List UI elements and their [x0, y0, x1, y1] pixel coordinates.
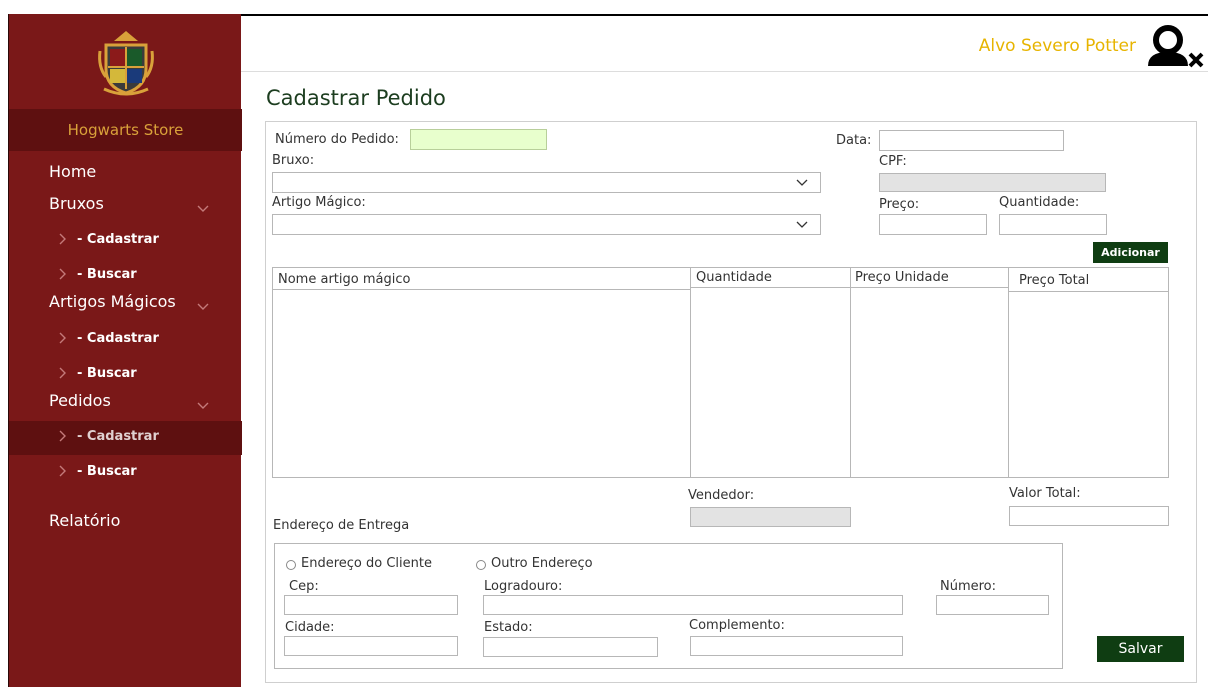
cpf-label: CPF: — [879, 154, 907, 169]
data-input[interactable] — [879, 130, 1064, 151]
table-column-divider — [690, 268, 691, 477]
estado-input[interactable] — [483, 637, 658, 657]
cep-label: Cep: — [289, 579, 319, 594]
table-header[interactable]: Preço Unidade — [855, 270, 949, 285]
table-header[interactable]: Nome artigo mágico — [278, 272, 410, 287]
chevron-down-icon — [784, 215, 820, 234]
table-header[interactable]: Quantidade — [696, 270, 772, 285]
estado-label: Estado: — [484, 620, 533, 635]
nav-subitem-pedidos-cadastrar[interactable]: - Cadastrar — [9, 421, 242, 455]
artigo-select[interactable] — [272, 214, 821, 235]
radio-outro-endereco-label[interactable]: Outro Endereço — [491, 556, 593, 571]
nav-subitem-label: - Buscar — [77, 267, 137, 282]
sidebar: Hogwarts Store Home Bruxos - Cadastrar -… — [8, 14, 242, 687]
radio-endereco-cliente[interactable] — [286, 560, 296, 570]
nav-item-label: Artigos Mágicos — [49, 292, 176, 311]
table-header-divider — [1009, 291, 1169, 292]
numero-label: Número: — [940, 579, 997, 594]
artigo-label: Artigo Mágico: — [272, 195, 366, 210]
chevron-down-icon — [784, 173, 820, 192]
hogwarts-crest-logo[interactable] — [9, 14, 242, 109]
chevron-right-icon — [59, 332, 67, 348]
vendedor-label: Vendedor: — [688, 488, 755, 503]
items-table — [272, 267, 1169, 478]
nav-subitem-label: - Cadastrar — [77, 232, 159, 247]
table-header-divider — [273, 289, 690, 290]
nav-item-label: Pedidos — [49, 391, 111, 410]
logradouro-label: Logradouro: — [484, 579, 563, 594]
user-remove-icon[interactable] — [1144, 24, 1206, 76]
logradouro-input[interactable] — [483, 595, 903, 615]
chevron-down-icon — [197, 296, 209, 315]
nav-subitem-label: - Cadastrar — [77, 429, 159, 444]
bruxo-select[interactable] — [272, 172, 821, 193]
numero-pedido-label: Número do Pedido: — [275, 132, 399, 147]
quantidade-label: Quantidade: — [999, 195, 1080, 210]
cidade-input[interactable] — [284, 636, 458, 656]
cep-input[interactable] — [284, 595, 458, 615]
data-label: Data: — [836, 133, 872, 148]
radio-outro-endereco[interactable] — [476, 560, 486, 570]
complemento-label: Complemento: — [689, 618, 785, 633]
chevron-right-icon — [59, 268, 67, 284]
endereco-entrega-label: Endereço de Entrega — [273, 518, 410, 533]
cidade-label: Cidade: — [285, 620, 335, 635]
table-column-divider — [850, 268, 851, 477]
complemento-input[interactable] — [690, 636, 903, 656]
quantidade-input[interactable] — [999, 214, 1107, 235]
nav-subitem-artigos-cadastrar[interactable]: - Cadastrar — [9, 323, 242, 357]
username[interactable]: Alvo Severo Potter — [979, 36, 1136, 56]
chevron-right-icon — [59, 430, 67, 446]
nav-subitem-artigos-buscar[interactable]: - Buscar — [9, 358, 242, 392]
preco-label: Preço: — [879, 197, 920, 212]
table-column-divider — [1008, 268, 1009, 477]
chevron-right-icon — [59, 465, 67, 481]
nav-item-label: Home — [49, 162, 97, 181]
cpf-input — [879, 173, 1106, 192]
chevron-down-icon — [197, 395, 209, 414]
adicionar-button[interactable]: Adicionar — [1093, 242, 1168, 263]
table-header[interactable]: Preço Total — [1019, 273, 1089, 288]
table-header-divider — [691, 287, 850, 288]
bruxo-label: Bruxo: — [272, 153, 315, 168]
chevron-right-icon — [59, 233, 67, 249]
numero-pedido-input[interactable] — [410, 129, 547, 150]
nav-subitem-label: - Cadastrar — [77, 331, 159, 346]
store-name: Hogwarts Store — [9, 109, 242, 151]
nav-subitem-bruxos-cadastrar[interactable]: - Cadastrar — [9, 224, 242, 258]
preco-input[interactable] — [879, 214, 987, 235]
table-header-divider — [851, 287, 1008, 288]
nav-subitem-label: - Buscar — [77, 366, 137, 381]
page-title: Cadastrar Pedido — [266, 86, 446, 110]
radio-endereco-cliente-label[interactable]: Endereço do Cliente — [301, 556, 432, 571]
chevron-down-icon — [197, 198, 209, 217]
nav-item-label: Bruxos — [49, 194, 104, 213]
nav-subitem-label: - Buscar — [77, 464, 137, 479]
vendedor-input — [690, 507, 851, 527]
valor-total-input — [1009, 506, 1169, 526]
nav-item-label: Relatório — [49, 511, 121, 530]
top-bar: Alvo Severo Potter — [241, 14, 1208, 72]
chevron-right-icon — [59, 367, 67, 383]
salvar-button[interactable]: Salvar — [1097, 636, 1184, 662]
nav-subitem-bruxos-buscar[interactable]: - Buscar — [9, 259, 242, 293]
nav-subitem-pedidos-buscar[interactable]: - Buscar — [9, 456, 242, 490]
valor-total-label: Valor Total: — [1009, 486, 1081, 501]
numero-input[interactable] — [936, 595, 1049, 615]
